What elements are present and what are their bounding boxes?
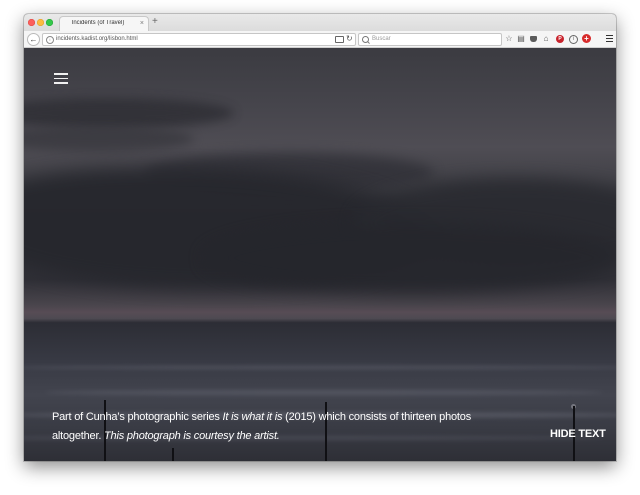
- page-content: Part of Cunha’s photographic series It i…: [24, 48, 616, 461]
- tab-incidents[interactable]: Incidents (of Travel) ×: [59, 16, 149, 32]
- clipboard-icon[interactable]: ▤: [516, 34, 526, 44]
- browser-menu-icon[interactable]: [606, 35, 613, 42]
- series-title: It is what it is: [222, 411, 283, 423]
- wave-crest: [44, 390, 604, 395]
- addon-plus-icon[interactable]: +: [582, 34, 591, 43]
- cloud-shape: [204, 223, 616, 293]
- new-tab-button[interactable]: +: [152, 16, 158, 28]
- cloud-shape: [24, 98, 234, 128]
- wave-crest: [24, 366, 616, 369]
- cloud-shape: [24, 126, 194, 152]
- star-icon[interactable]: ☆: [504, 34, 514, 44]
- home-icon[interactable]: ⌂: [541, 34, 551, 44]
- pocket-icon[interactable]: [530, 36, 537, 42]
- url-text[interactable]: incidents.kadist.org/lisbon.html: [56, 35, 138, 44]
- url-bar[interactable]: i incidents.kadist.org/lisbon.html ↻: [42, 33, 356, 46]
- back-button[interactable]: ←: [27, 33, 40, 46]
- tab-close-icon[interactable]: ×: [140, 19, 144, 29]
- zoom-window-button[interactable]: [46, 19, 53, 26]
- photo-credit: This photograph is courtesy the artist.: [104, 430, 280, 442]
- search-icon: [362, 36, 369, 43]
- tab-strip: Incidents (of Travel) × +: [24, 14, 616, 32]
- minimize-window-button[interactable]: [37, 19, 44, 26]
- beach-pole: [172, 448, 174, 461]
- site-info-icon[interactable]: i: [46, 36, 54, 44]
- search-input[interactable]: Buscar: [358, 33, 502, 46]
- tab-title: Incidents (of Travel): [71, 20, 125, 26]
- info-icon[interactable]: i: [569, 35, 578, 44]
- photo-caption: Part of Cunha’s photographic series It i…: [52, 408, 492, 446]
- reader-view-icon[interactable]: [335, 36, 344, 43]
- hide-text-button[interactable]: HIDE TEXT: [550, 428, 606, 440]
- caption-text: Part of Cunha’s photographic series: [52, 411, 223, 423]
- pinterest-icon[interactable]: P: [556, 35, 564, 43]
- navigation-bar: ← i incidents.kadist.org/lisbon.html ↻ B…: [24, 31, 616, 48]
- reload-button[interactable]: ↻: [346, 34, 353, 44]
- search-placeholder: Buscar: [372, 36, 391, 42]
- hamburger-icon[interactable]: [54, 73, 68, 84]
- browser-window: Incidents (of Travel) × + ← i incidents.…: [24, 14, 616, 461]
- close-window-button[interactable]: [28, 19, 35, 26]
